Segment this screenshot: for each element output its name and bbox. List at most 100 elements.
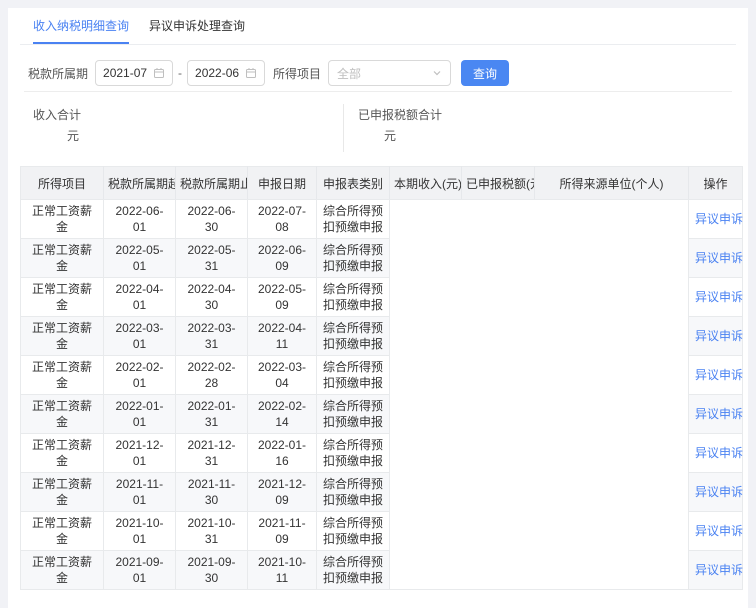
objection-appeal-link[interactable]: 异议申诉 <box>695 446 743 460</box>
income-total-block: 收入合计 元 <box>20 104 343 152</box>
period-end-input[interactable]: 2022-06 <box>187 60 265 86</box>
declare-type-cell: 综合所得预扣预缴申报 <box>317 200 390 239</box>
declare-date-cell: 2021-11-09 <box>248 512 317 551</box>
objection-appeal-link[interactable]: 异议申诉 <box>695 524 743 538</box>
table-row: 正常工资薪金 2021-12-01 2021-12-31 2022-01-16 … <box>21 434 743 473</box>
period-start-cell: 2022-01-01 <box>104 395 176 434</box>
period-separator: - <box>178 66 182 80</box>
objection-appeal-link[interactable]: 异议申诉 <box>695 485 743 499</box>
declare-date-cell: 2022-03-04 <box>248 356 317 395</box>
period-end-cell: 2022-02-28 <box>176 356 248 395</box>
declare-date-cell: 2022-04-11 <box>248 317 317 356</box>
action-cell: 异议申诉 <box>689 395 743 434</box>
period-end-cell: 2021-11-30 <box>176 473 248 512</box>
period-end-cell: 2021-09-30 <box>176 551 248 590</box>
declared-tax-cell <box>462 434 535 473</box>
income-item-cell: 正常工资薪金 <box>21 551 104 590</box>
action-cell: 异议申诉 <box>689 512 743 551</box>
objection-appeal-link[interactable]: 异议申诉 <box>695 290 743 304</box>
income-item-label: 所得项目 <box>273 65 321 82</box>
period-start-cell: 2021-10-01 <box>104 512 176 551</box>
header-income-item: 所得项目 <box>21 167 104 200</box>
income-total-unit: 元 <box>67 127 343 145</box>
current-income-cell <box>390 551 462 590</box>
declared-tax-cell <box>462 356 535 395</box>
table-row: 正常工资薪金 2022-05-01 2022-05-31 2022-06-09 … <box>21 239 743 278</box>
current-income-cell <box>390 317 462 356</box>
objection-appeal-link[interactable]: 异议申诉 <box>695 251 743 265</box>
declare-date-cell: 2022-06-09 <box>248 239 317 278</box>
header-declared-tax: 已申报税额(元) <box>462 167 535 200</box>
chevron-down-icon <box>432 68 442 78</box>
objection-appeal-link[interactable]: 异议申诉 <box>695 368 743 382</box>
declared-tax-cell <box>462 473 535 512</box>
income-source-cell <box>535 551 689 590</box>
table-row: 正常工资薪金 2022-02-01 2022-02-28 2022-03-04 … <box>21 356 743 395</box>
income-item-cell: 正常工资薪金 <box>21 317 104 356</box>
table-row: 正常工资薪金 2022-03-01 2022-03-31 2022-04-11 … <box>21 317 743 356</box>
period-end-cell: 2021-12-31 <box>176 434 248 473</box>
declare-date-cell: 2022-07-08 <box>248 200 317 239</box>
period-start-cell: 2022-05-01 <box>104 239 176 278</box>
income-source-cell <box>535 200 689 239</box>
objection-appeal-link[interactable]: 异议申诉 <box>695 329 743 343</box>
declared-tax-cell <box>462 512 535 551</box>
table-row: 正常工资薪金 2021-11-01 2021-11-30 2021-12-09 … <box>21 473 743 512</box>
declare-date-cell: 2022-02-14 <box>248 395 317 434</box>
income-item-cell: 正常工资薪金 <box>21 434 104 473</box>
table-row: 正常工资薪金 2022-01-01 2022-01-31 2022-02-14 … <box>21 395 743 434</box>
header-income-source: 所得来源单位(个人) <box>535 167 689 200</box>
declare-date-cell: 2022-01-16 <box>248 434 317 473</box>
header-declare-type: 申报表类别 <box>317 167 390 200</box>
current-income-cell <box>390 473 462 512</box>
declare-type-cell: 综合所得预扣预缴申报 <box>317 512 390 551</box>
income-item-cell: 正常工资薪金 <box>21 395 104 434</box>
income-item-cell: 正常工资薪金 <box>21 278 104 317</box>
declare-type-cell: 综合所得预扣预缴申报 <box>317 551 390 590</box>
income-source-cell <box>535 317 689 356</box>
declare-type-cell: 综合所得预扣预缴申报 <box>317 473 390 512</box>
tab-objection-appeal-query[interactable]: 异议申诉处理查询 <box>149 17 245 44</box>
period-end-cell: 2022-05-31 <box>176 239 248 278</box>
declared-tax-cell <box>462 200 535 239</box>
period-start-value: 2021-07 <box>103 66 147 80</box>
income-source-cell <box>535 356 689 395</box>
table-row: 正常工资薪金 2022-06-01 2022-06-30 2022-07-08 … <box>21 200 743 239</box>
action-cell: 异议申诉 <box>689 473 743 512</box>
header-period-start: 税款所属期起 <box>104 167 176 200</box>
query-button[interactable]: 查询 <box>461 60 509 86</box>
tab-income-tax-detail-query[interactable]: 收入纳税明细查询 <box>33 17 129 44</box>
content-card: 收入纳税明细查询 异议申诉处理查询 税款所属期 2021-07 - 2022-0… <box>8 8 748 608</box>
objection-appeal-link[interactable]: 异议申诉 <box>695 563 743 577</box>
filter-row: 税款所属期 2021-07 - 2022-06 所得项目 全部 查询 <box>28 60 736 86</box>
declare-type-cell: 综合所得预扣预缴申报 <box>317 434 390 473</box>
declared-tax-total-block: 已申报税额合计 元 <box>343 104 442 152</box>
declared-tax-cell <box>462 317 535 356</box>
period-start-cell: 2022-03-01 <box>104 317 176 356</box>
objection-appeal-link[interactable]: 异议申诉 <box>695 212 743 226</box>
income-source-cell <box>535 434 689 473</box>
period-start-cell: 2022-04-01 <box>104 278 176 317</box>
income-item-select[interactable]: 全部 <box>328 60 451 86</box>
declare-type-cell: 综合所得预扣预缴申报 <box>317 395 390 434</box>
table-row: 正常工资薪金 2022-04-01 2022-04-30 2022-05-09 … <box>21 278 743 317</box>
income-item-cell: 正常工资薪金 <box>21 239 104 278</box>
header-current-income: 本期收入(元) <box>390 167 462 200</box>
period-start-cell: 2021-09-01 <box>104 551 176 590</box>
period-end-cell: 2022-03-31 <box>176 317 248 356</box>
period-start-input[interactable]: 2021-07 <box>95 60 173 86</box>
declare-type-cell: 综合所得预扣预缴申报 <box>317 239 390 278</box>
objection-appeal-link[interactable]: 异议申诉 <box>695 407 743 421</box>
tab-bar: 收入纳税明细查询 异议申诉处理查询 <box>20 8 736 45</box>
current-income-cell <box>390 395 462 434</box>
income-source-cell <box>535 512 689 551</box>
action-cell: 异议申诉 <box>689 317 743 356</box>
current-income-cell <box>390 200 462 239</box>
table-row: 正常工资薪金 2021-09-01 2021-09-30 2021-10-11 … <box>21 551 743 590</box>
filter-divider <box>24 91 732 92</box>
declare-type-cell: 综合所得预扣预缴申报 <box>317 317 390 356</box>
tax-detail-table: 所得项目 税款所属期起 税款所属期止 申报日期 申报表类别 本期收入(元) 已申… <box>20 166 743 590</box>
table-row: 正常工资薪金 2021-10-01 2021-10-31 2021-11-09 … <box>21 512 743 551</box>
header-declare-date: 申报日期 <box>248 167 317 200</box>
income-item-cell: 正常工资薪金 <box>21 356 104 395</box>
